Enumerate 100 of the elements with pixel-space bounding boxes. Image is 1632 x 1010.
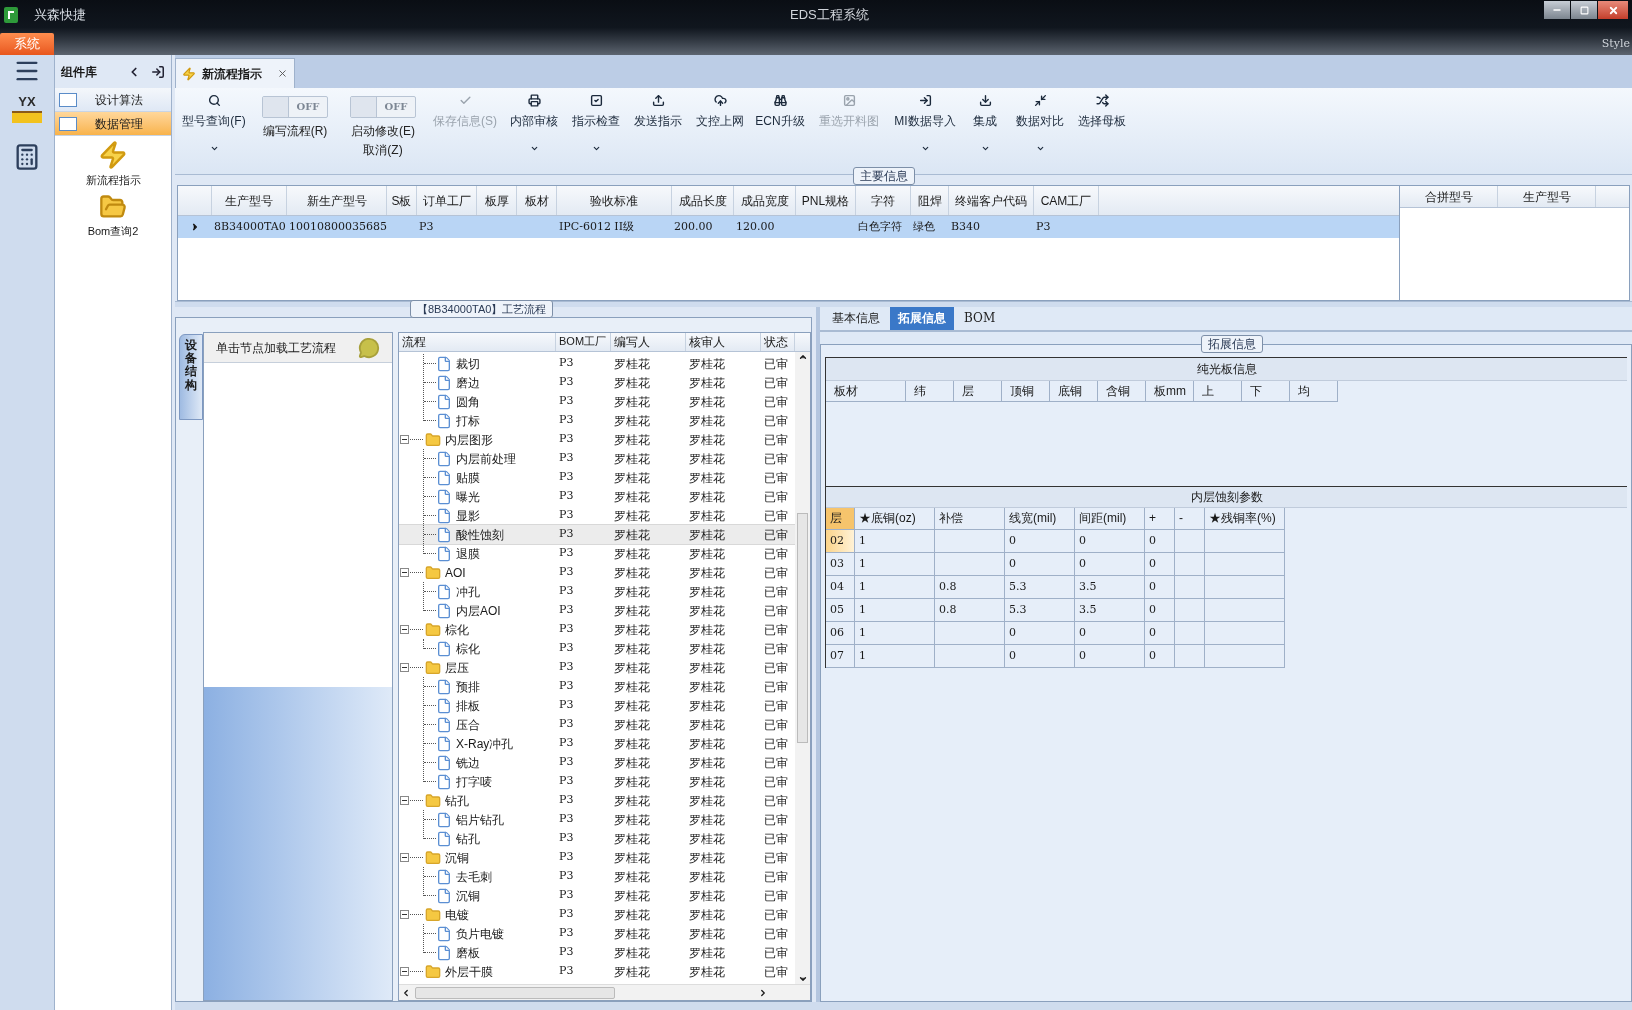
column-header[interactable]: S板 [387, 186, 417, 215]
tree-row[interactable]: 磨板 P3 罗桂花 罗桂花 已审 [399, 943, 795, 962]
column-header[interactable]: 上 [1194, 381, 1242, 402]
column-header[interactable]: 新生产型号 [287, 186, 387, 215]
tree-row[interactable]: 铣边 P3 罗桂花 罗桂花 已审 [399, 753, 795, 772]
tree-row[interactable]: 裁切 P3 罗桂花 罗桂花 已审 [399, 354, 795, 373]
tree-row[interactable]: 退膜 P3 罗桂花 罗桂花 已审 [399, 544, 795, 563]
close-icon[interactable] [277, 68, 288, 79]
column-header[interactable]: BOM工厂 [556, 333, 611, 351]
scroll-right-icon[interactable] [758, 987, 768, 998]
column-header[interactable]: 顶铜 [1002, 381, 1050, 402]
column-header[interactable]: 流程 [399, 333, 556, 351]
column-header[interactable]: 阻焊 [911, 186, 949, 215]
column-header[interactable]: 板材 [517, 186, 557, 215]
tab[interactable]: BOM [956, 307, 1004, 330]
toolbar-button[interactable]: 数据对比 [1009, 88, 1071, 168]
tree-row[interactable]: 沉铜 P3 罗桂花 罗桂花 已审 [399, 848, 795, 867]
column-header[interactable]: 间距(mil) [1075, 508, 1145, 530]
collapse-toggle[interactable] [400, 796, 409, 805]
tree-row[interactable]: 钻孔 P3 罗桂花 罗桂花 已审 [399, 791, 795, 810]
tree-row[interactable]: 去毛刺 P3 罗桂花 罗桂花 已审 [399, 867, 795, 886]
column-header[interactable]: 板材 [826, 381, 906, 402]
tree-row[interactable]: 钻孔 P3 罗桂花 罗桂花 已审 [399, 829, 795, 848]
column-header[interactable]: 验收标准 [557, 186, 672, 215]
collapse-toggle[interactable] [400, 663, 409, 672]
table-cell[interactable]: 04 [826, 576, 855, 599]
minimize-button[interactable] [1544, 1, 1570, 19]
shortcut-item[interactable]: Bom查询2 [55, 192, 171, 239]
horizontal-scrollbar[interactable] [399, 984, 810, 1000]
scroll-left-icon[interactable] [401, 987, 411, 998]
close-button[interactable] [1598, 1, 1628, 19]
scroll-up-icon[interactable] [797, 352, 808, 362]
toolbar-button[interactable]: 型号查询(F) [177, 88, 251, 168]
column-header[interactable]: 线宽(mil) [1005, 508, 1075, 530]
column-header[interactable]: 层 [826, 508, 855, 530]
column-header[interactable]: 核审人 [686, 333, 761, 351]
tab[interactable]: 基本信息 [824, 307, 888, 330]
column-header[interactable]: 板mm [1146, 381, 1194, 402]
column-header[interactable]: 合拼型号 [1400, 186, 1498, 207]
tree-row[interactable]: 酸性蚀刻 P3 罗桂花 罗桂花 已审 [399, 525, 795, 544]
column-header[interactable]: 板厚 [477, 186, 517, 215]
document-tab[interactable]: 新流程指示 [175, 58, 295, 88]
column-header[interactable]: 下 [1242, 381, 1290, 402]
column-header[interactable]: 补偿 [935, 508, 1005, 530]
column-header[interactable]: 底铜 [1050, 381, 1098, 402]
toolbar-button[interactable]: 发送指示 [627, 88, 689, 168]
column-header[interactable]: ★底铜(oz) [855, 508, 935, 530]
column-header[interactable]: 终端客户代码 [949, 186, 1034, 215]
tree-row[interactable]: 电镀 P3 罗桂花 罗桂花 已审 [399, 905, 795, 924]
tree-row[interactable]: 内层AOI P3 罗桂花 罗桂花 已审 [399, 601, 795, 620]
toolbar-button[interactable]: 选择母板 [1071, 88, 1133, 168]
collapse-toggle[interactable] [400, 568, 409, 577]
toolbar-button[interactable]: 集成 [961, 88, 1009, 168]
tree-row[interactable]: 打标 P3 罗桂花 罗桂花 已审 [399, 411, 795, 430]
side-item[interactable]: 数据管理 [55, 112, 171, 136]
tree-row[interactable]: X-Ray冲孔 P3 罗桂花 罗桂花 已审 [399, 734, 795, 753]
tree-row[interactable]: 压合 P3 罗桂花 罗桂花 已审 [399, 715, 795, 734]
column-header[interactable]: 订单工厂 [417, 186, 477, 215]
toolbar-button[interactable]: MI数据导入 [889, 88, 961, 168]
tree-row[interactable]: 棕化 P3 罗桂花 罗桂花 已审 [399, 620, 795, 639]
column-header[interactable]: 均 [1290, 381, 1338, 402]
collapse-toggle[interactable] [400, 853, 409, 862]
table-cell[interactable]: 06 [826, 622, 855, 645]
column-header[interactable]: 编写人 [611, 333, 686, 351]
table-row[interactable]: 8B34000TA0 10010800035685 P3 IPC-6012 II级 200.00 120.00 白色字符 绿色 B340 P3 [178, 216, 1399, 238]
toolbar-button[interactable]: ECN升级 [751, 88, 809, 168]
toolbar-button[interactable]: 文控上网 [689, 88, 751, 168]
style-label[interactable]: Style [1601, 35, 1630, 52]
column-header[interactable]: 生产型号 [1498, 186, 1596, 207]
tree-row[interactable]: 沉铜 P3 罗桂花 罗桂花 已审 [399, 886, 795, 905]
tree-row[interactable]: 曝光 P3 罗桂花 罗桂花 已审 [399, 487, 795, 506]
shortcut-item[interactable]: 新流程指示 [55, 140, 171, 189]
column-header[interactable]: 含铜 [1098, 381, 1146, 402]
tree-row[interactable]: 棕化 P3 罗桂花 罗桂花 已审 [399, 639, 795, 658]
tab[interactable]: 拓展信息 [890, 307, 954, 330]
tree-row[interactable]: 预排 P3 罗桂花 罗桂花 已审 [399, 677, 795, 696]
column-header[interactable]: 成品宽度 [734, 186, 796, 215]
table-cell[interactable]: 07 [826, 645, 855, 668]
column-header[interactable]: - [1175, 508, 1205, 530]
tree-row[interactable]: AOI P3 罗桂花 罗桂花 已审 [399, 563, 795, 582]
collapse-toggle[interactable] [400, 967, 409, 976]
side-item[interactable]: 设计算法 [55, 88, 171, 112]
pin-icon[interactable] [151, 64, 165, 79]
toolbar-button[interactable]: 内部审核 [503, 88, 565, 168]
tree-row[interactable]: 磨边 P3 罗桂花 罗桂花 已审 [399, 373, 795, 392]
column-header[interactable]: 纬 [906, 381, 954, 402]
column-header[interactable]: 成品长度 [672, 186, 734, 215]
vertical-tab[interactable]: 设备结构 [179, 334, 203, 420]
collapse-toggle[interactable] [400, 910, 409, 919]
tree-row[interactable]: 内层图形 P3 罗桂花 罗桂花 已审 [399, 430, 795, 449]
tree-row[interactable]: 显影 P3 罗桂花 罗桂花 已审 [399, 506, 795, 525]
column-header[interactable]: 状态 [761, 333, 795, 351]
column-header[interactable]: 字符 [856, 186, 911, 215]
column-header[interactable]: 生产型号 [212, 186, 287, 215]
vertical-scrollbar[interactable] [795, 352, 810, 984]
tree-row[interactable]: 圆角 P3 罗桂花 罗桂花 已审 [399, 392, 795, 411]
column-header[interactable]: + [1145, 508, 1175, 530]
tree-row[interactable]: 外层干膜 P3 罗桂花 罗桂花 已审 [399, 962, 795, 981]
tree-row[interactable]: 排板 P3 罗桂花 罗桂花 已审 [399, 696, 795, 715]
toolbar-button[interactable]: 指示检查 [565, 88, 627, 168]
